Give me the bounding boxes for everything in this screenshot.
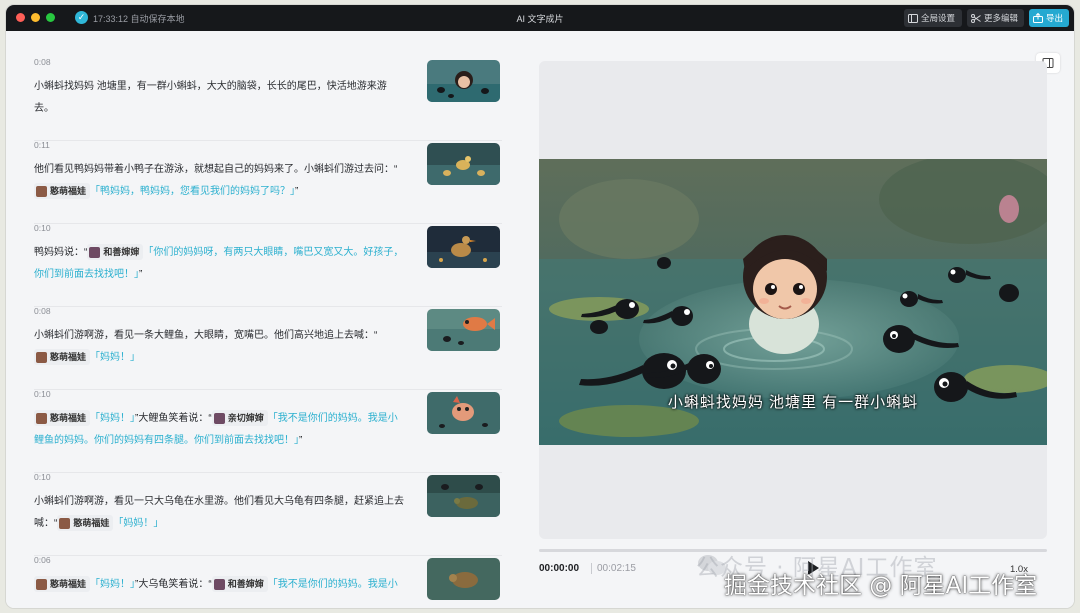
global-settings-button[interactable]: 全局设置 — [904, 9, 962, 27]
voice-chip[interactable]: 憨萌福娃 — [57, 515, 114, 532]
scene-duration: 0:10 — [34, 223, 51, 233]
dialogue-quote: 「妈妈！」 — [90, 413, 136, 424]
scene-text-end: ” — [299, 435, 303, 446]
watermark-community: 掘金技术社区 @ 阿星AI工作室 — [724, 573, 1038, 599]
voice-chip[interactable]: 憨萌福娃 — [34, 410, 91, 427]
dialogue-quote: 「妈妈！」 — [90, 579, 136, 590]
scene-text[interactable]: 小蝌蚪们游啊游，看见一只大乌龟在水里游。他们看见大乌龟有四条腿，赶紧追上去喊：“… — [34, 491, 406, 535]
scene-item[interactable]: 0:08 小蝌蚪找妈妈 池塘里，有一群小蝌蚪，大大的脑袋，长长的尾巴，快活地游来… — [34, 57, 502, 141]
more-edit-label: 更多编辑 — [984, 13, 1019, 23]
scene-item[interactable]: 0:11 他们看见鸭妈妈带着小鸭子在游泳，就想起自己的妈妈来了。小蝌蚪们游过去问… — [34, 140, 502, 224]
video-subtitle: 小蝌蚪找妈妈 池塘里 有一群小蝌蚪 — [667, 394, 919, 411]
scissors-icon — [971, 13, 981, 23]
voice-chip[interactable]: 和善婶婶 — [87, 244, 144, 261]
voice-name: 亲切婶婶 — [227, 413, 264, 424]
voice-name: 憨萌福娃 — [73, 518, 110, 529]
scene-thumbnail[interactable] — [427, 475, 500, 517]
scene-duration: 0:08 — [34, 306, 51, 316]
voice-avatar — [213, 578, 225, 590]
voice-avatar — [36, 185, 47, 197]
scene-duration: 0:10 — [34, 472, 51, 482]
total-time: 00:02:15 — [597, 563, 636, 574]
scene-duration: 0:11 — [34, 140, 50, 150]
scene-thumbnail[interactable] — [427, 226, 500, 268]
voice-name: 和善婶婶 — [227, 579, 264, 590]
scene-text-content: 小蝌蚪们游啊游，看见一条大鲤鱼，大眼睛，宽嘴巴。他们高兴地追上去喊：“ — [34, 330, 378, 341]
scene-duration: 0:10 — [34, 389, 51, 399]
scene-thumbnail[interactable] — [427, 558, 500, 600]
scene-text-content: 小蝌蚪找妈妈 池塘里，有一群小蝌蚪，大大的脑袋，长长的尾巴，快活地游来游去。 — [34, 81, 387, 114]
voice-avatar — [213, 412, 225, 424]
voice-name: 憨萌福娃 — [50, 186, 87, 197]
current-time: 00:00:00 — [539, 563, 580, 574]
scene-text[interactable]: 他们看见鸭妈妈带着小鸭子在游泳，就想起自己的妈妈来了。小蝌蚪们游过去问：“ 憨萌福… — [34, 159, 406, 203]
scene-text-content: ”大鲤鱼笑着说：“ — [135, 413, 212, 424]
video-frame[interactable]: 小蝌蚪找妈妈 池塘里 有一群小蝌蚪 — [539, 159, 1047, 445]
scene-item[interactable]: 0:10 鸭妈妈说：“ 和善婶婶 「你们的妈妈呀，有两只大眼睛，嘴巴又宽又大。好孩子… — [34, 223, 502, 307]
dialogue-quote: 「妈妈！」 — [113, 518, 164, 529]
scene-thumbnail[interactable] — [427, 143, 500, 185]
scene-text-content: 他们看见鸭妈妈带着小鸭子在游泳，就想起自己的妈妈来了。小蝌蚪们游过去问：“ — [34, 164, 398, 175]
scene-item[interactable]: 0:06 憨萌福娃 「妈妈！」”大乌龟笑着说：“ 和善婶婶 「我不是你们的妈妈。我是小 — [34, 555, 502, 608]
export-button[interactable]: 导出 — [1029, 9, 1069, 27]
scene-thumbnail[interactable] — [427, 60, 500, 102]
voice-avatar — [36, 351, 47, 363]
export-icon — [1033, 13, 1043, 23]
voice-avatar — [36, 412, 47, 424]
scene-duration: 0:06 — [34, 555, 51, 565]
video-preview-panel: 小蝌蚪找妈妈 池塘里 有一群小蝌蚪 — [539, 61, 1047, 539]
main-content: 0:08 小蝌蚪找妈妈 池塘里，有一群小蝌蚪，大大的脑袋，长长的尾巴，快活地游来… — [6, 31, 1074, 608]
voice-chip[interactable]: 亲切婶婶 — [211, 410, 268, 427]
dialogue-quote: 「我不是你们的妈妈。我是小 — [267, 579, 398, 590]
scene-item[interactable]: 0:10 小蝌蚪们游啊游，看见一只大乌龟在水里游。他们看见大乌龟有四条腿，赶紧追… — [34, 472, 502, 556]
scene-text[interactable]: 小蝌蚪们游啊游，看见一条大鲤鱼，大眼睛，宽嘴巴。他们高兴地追上去喊：“ 憨萌福娃「… — [34, 325, 406, 369]
more-edit-button[interactable]: 更多编辑 — [967, 9, 1024, 27]
voice-avatar — [59, 517, 71, 529]
voice-name: 憨萌福娃 — [50, 352, 87, 363]
scene-text-end: ” — [139, 269, 143, 280]
export-label: 导出 — [1046, 13, 1064, 23]
scene-thumbnail[interactable] — [427, 392, 500, 434]
voice-name: 和善婶婶 — [103, 247, 140, 258]
layout-icon — [908, 13, 918, 23]
dialogue-quote: 「鸭妈妈，鸭妈妈，您看见我们的妈妈了吗？」 — [90, 186, 296, 197]
voice-chip[interactable]: 憨萌福娃 — [34, 183, 91, 200]
voice-name: 憨萌福娃 — [50, 413, 87, 424]
scene-text[interactable]: 小蝌蚪找妈妈 池塘里，有一群小蝌蚪，大大的脑袋，长长的尾巴，快活地游来游去。 — [34, 76, 406, 120]
scene-duration: 0:08 — [34, 57, 51, 67]
global-settings-label: 全局设置 — [921, 13, 956, 23]
voice-chip[interactable]: 和善婶婶 — [211, 576, 268, 593]
voice-chip[interactable]: 憨萌福娃 — [34, 349, 91, 366]
scene-text[interactable]: 憨萌福娃 「妈妈！」”大鲤鱼笑着说：“ 亲切婶婶 「我不是你们的妈妈。我是小鲤鱼的妈妈… — [34, 408, 406, 452]
app-window: ✓ 17:33:12 自动保存本地 AI 文字成片 全局设置 更多编辑 导出 0… — [6, 5, 1074, 608]
time-divider — [591, 563, 592, 574]
scene-text-end: ” — [295, 186, 299, 197]
scene-item[interactable]: 0:10 憨萌福娃 「妈妈！」”大鲤鱼笑着说：“ 亲切婶婶 「我不是你们的妈妈。我是小… — [34, 389, 502, 473]
dialogue-quote: 「妈妈！」 — [90, 352, 141, 363]
scene-thumbnail[interactable] — [427, 309, 500, 351]
scene-text[interactable]: 鸭妈妈说：“ 和善婶婶 「你们的妈妈呀，有两只大眼睛，嘴巴又宽又大。好孩子，你们到前… — [34, 242, 406, 286]
scene-text-content: 鸭妈妈说：“ — [34, 247, 88, 258]
scene-list[interactable]: 0:08 小蝌蚪找妈妈 池塘里，有一群小蝌蚪，大大的脑袋，长长的尾巴，快活地游来… — [6, 31, 521, 608]
scene-text[interactable]: 憨萌福娃 「妈妈！」”大乌龟笑着说：“ 和善婶婶 「我不是你们的妈妈。我是小 — [34, 574, 406, 596]
voice-avatar — [89, 246, 101, 258]
voice-avatar — [36, 578, 47, 590]
scene-item[interactable]: 0:08 小蝌蚪们游啊游，看见一条大鲤鱼，大眼睛，宽嘴巴。他们高兴地追上去喊：“… — [34, 306, 502, 390]
scene-text-content: ”大乌龟笑着说：“ — [135, 579, 212, 590]
voice-name: 憨萌福娃 — [50, 579, 87, 590]
voice-chip[interactable]: 憨萌福娃 — [34, 576, 91, 593]
titlebar: ✓ 17:33:12 自动保存本地 AI 文字成片 全局设置 更多编辑 导出 — [6, 5, 1074, 31]
